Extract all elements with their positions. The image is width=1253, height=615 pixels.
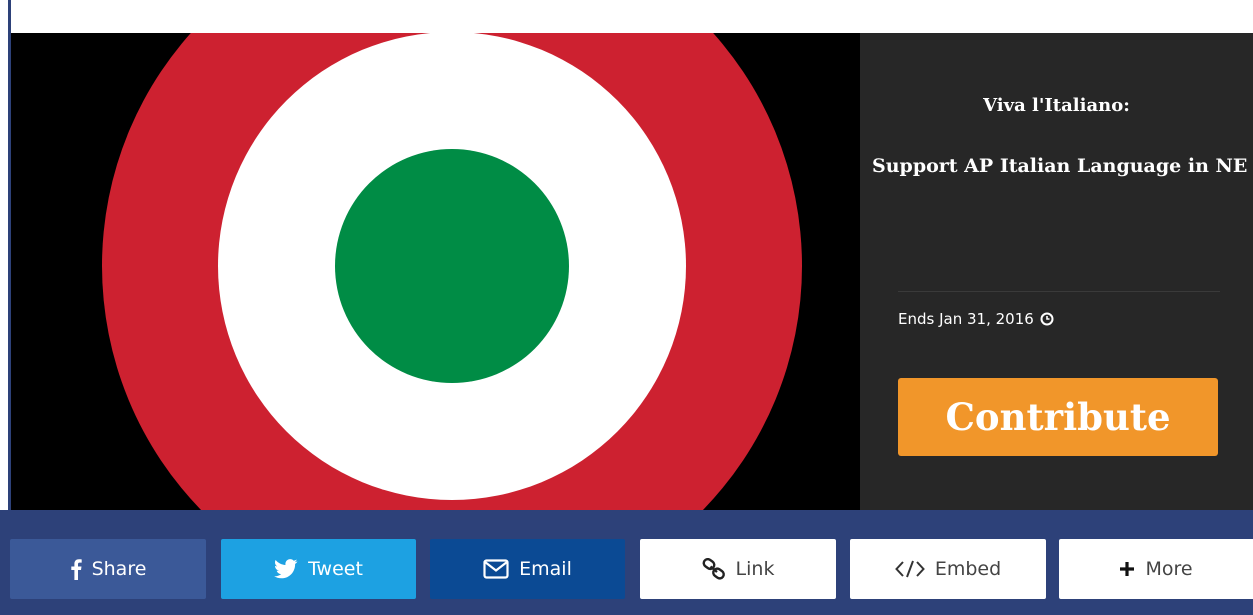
- more-share-options-button[interactable]: More: [1059, 539, 1253, 599]
- campaign-title-line-2: Support AP Italian Language in NE: [872, 155, 1248, 177]
- email-label: Email: [519, 558, 572, 580]
- panel-divider: [898, 291, 1220, 292]
- facebook-icon: [70, 558, 82, 580]
- embed-button[interactable]: Embed: [850, 539, 1046, 599]
- clock-icon: [1040, 312, 1054, 326]
- campaign-end-date: Ends Jan 31, 2016: [898, 310, 1054, 328]
- code-icon: [894, 560, 925, 578]
- link-label: Link: [735, 558, 775, 580]
- roundel-center: [335, 149, 569, 383]
- campaign-info-panel: Viva l'Italiano: Support AP Italian Lang…: [860, 33, 1253, 510]
- tweet-label: Tweet: [308, 558, 363, 580]
- facebook-share-button[interactable]: Share: [10, 539, 206, 599]
- share-label: Share: [91, 558, 147, 580]
- end-date-text: Ends Jan 31, 2016: [898, 310, 1034, 328]
- share-bar: Share Tweet Email Link Embed More: [0, 510, 1253, 615]
- plus-icon: [1119, 561, 1135, 577]
- more-label: More: [1145, 558, 1193, 580]
- link-icon: [702, 558, 726, 580]
- twitter-icon: [274, 559, 298, 579]
- campaign-title-line-1: Viva l'Italiano:: [983, 95, 1130, 116]
- campaign-hero-image: [11, 33, 860, 510]
- envelope-icon: [483, 559, 509, 579]
- italian-roundel-image: [102, 33, 802, 510]
- copy-link-button[interactable]: Link: [640, 539, 836, 599]
- email-share-button[interactable]: Email: [430, 539, 625, 599]
- contribute-button[interactable]: Contribute: [898, 378, 1218, 456]
- twitter-tweet-button[interactable]: Tweet: [221, 539, 416, 599]
- embed-label: Embed: [934, 558, 1002, 580]
